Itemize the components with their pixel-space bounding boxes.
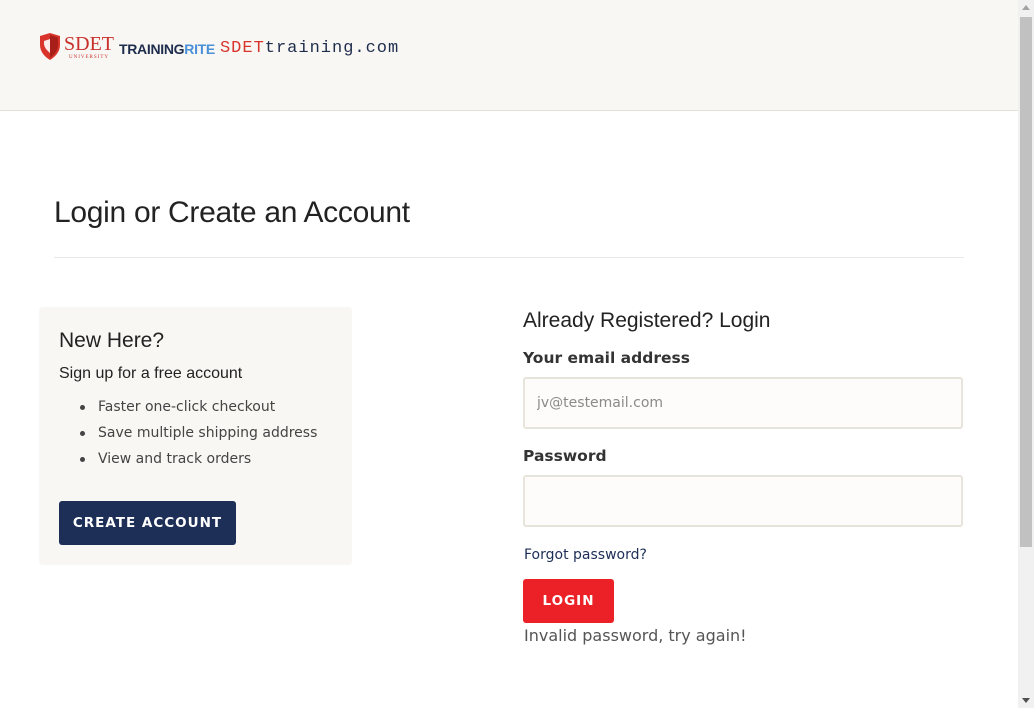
create-account-button[interactable]: CREATE ACCOUNT — [59, 501, 236, 545]
vertical-scrollbar[interactable] — [1018, 0, 1034, 708]
benefits-list: Faster one-click checkout Save multiple … — [59, 394, 317, 472]
page-title: Login or Create an Account — [54, 196, 410, 229]
logo-sdet-text: SDET — [64, 33, 114, 55]
scroll-down-arrow-icon[interactable] — [1022, 698, 1030, 703]
site-logo[interactable]: SDET UNIVERSITY TRAININGRITE SDETtrainin… — [38, 32, 399, 62]
new-customer-heading: New Here? — [59, 329, 165, 352]
logo-training-text: TRAINING — [119, 41, 185, 57]
scroll-up-arrow-icon[interactable] — [1022, 5, 1030, 10]
login-error-message: Invalid password, try again! — [524, 626, 747, 645]
logo-domain-rest-text: training.com — [264, 38, 400, 58]
sdettraining-domain-wordmark: SDETtraining.com — [220, 39, 399, 58]
logo-domain-sdet-text: SDET — [219, 38, 265, 58]
benefit-item: Save multiple shipping address — [79, 420, 317, 446]
forgot-password-link[interactable]: Forgot password? — [524, 547, 647, 563]
scrollbar-thumb[interactable] — [1020, 17, 1032, 547]
login-heading: Already Registered? Login — [523, 309, 771, 332]
sdet-university-wordmark: SDET UNIVERSITY — [64, 34, 114, 60]
benefit-item: View and track orders — [79, 446, 317, 472]
password-label: Password — [523, 447, 607, 465]
email-label: Your email address — [523, 349, 690, 367]
new-customer-panel: New Here? Sign up for a free account Fas… — [39, 307, 352, 565]
trainingrite-wordmark: TRAININGRITE — [119, 41, 215, 57]
shield-icon — [40, 33, 60, 60]
password-field[interactable] — [523, 475, 963, 527]
logo-university-text: UNIVERSITY — [69, 55, 109, 60]
logo-rite-text: RITE — [184, 41, 215, 57]
email-field[interactable] — [523, 377, 963, 429]
benefit-item: Faster one-click checkout — [79, 394, 317, 420]
new-customer-subheading: Sign up for a free account — [59, 365, 243, 382]
title-divider — [54, 257, 964, 258]
site-header: SDET UNIVERSITY TRAININGRITE SDETtrainin… — [0, 0, 1018, 111]
login-button[interactable]: LOGIN — [523, 579, 614, 623]
